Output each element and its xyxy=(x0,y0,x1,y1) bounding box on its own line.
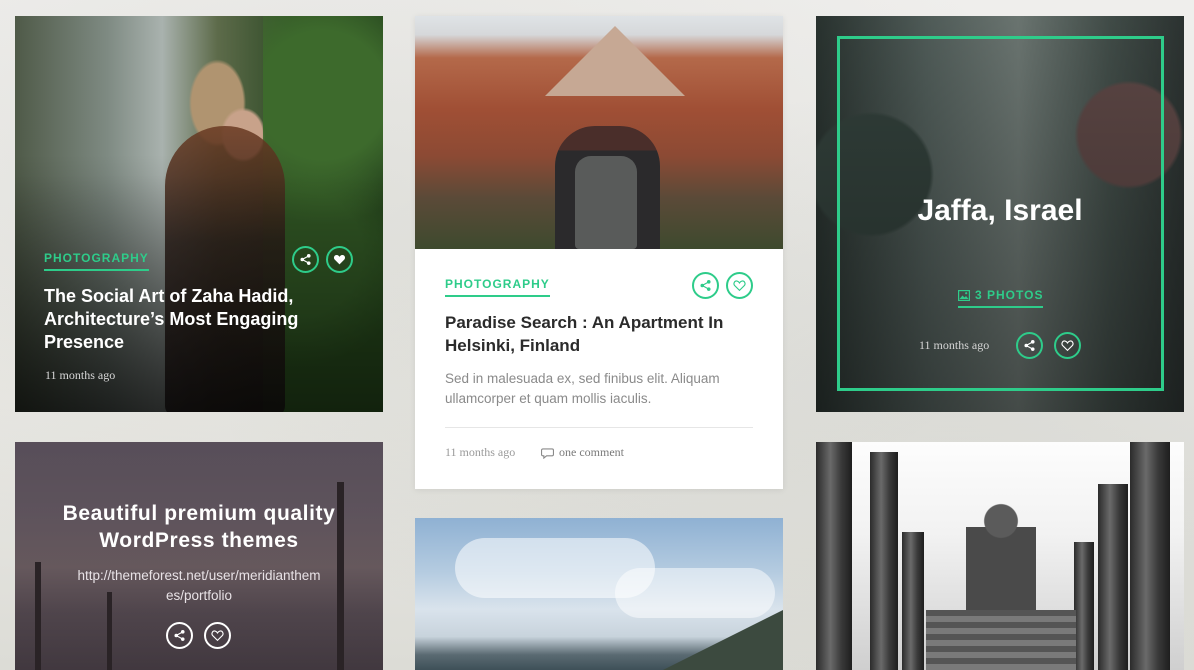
post-image-peak xyxy=(545,26,685,96)
share-icon xyxy=(174,630,185,641)
card-divider xyxy=(445,427,753,428)
buddha-statue xyxy=(966,497,1036,617)
post-excerpt: Sed in malesuada ex, sed finibus elit. A… xyxy=(445,371,720,406)
ruin-pillar xyxy=(902,532,924,670)
heart-icon xyxy=(333,254,346,265)
post-title[interactable]: Paradise Search : An Apartment In Helsin… xyxy=(445,311,755,357)
category-tag[interactable]: PHOTOGRAPHY xyxy=(445,277,550,297)
category-tag[interactable]: PHOTOGRAPHY xyxy=(44,251,149,271)
photos-count-label: 3 PHOTOS xyxy=(975,288,1044,302)
promo-image xyxy=(15,442,383,670)
post-card-buddha[interactable] xyxy=(816,442,1184,670)
like-button[interactable] xyxy=(326,246,353,273)
ruin-pillar xyxy=(1130,442,1170,670)
image-icon xyxy=(958,289,970,301)
ruin-pillar xyxy=(1098,484,1128,670)
post-title[interactable]: The Social Art of Zaha Hadid, Architectu… xyxy=(44,285,344,354)
heart-icon xyxy=(211,630,224,642)
ruin-pillar xyxy=(1074,542,1094,670)
post-card-zaha-hadid[interactable]: PHOTOGRAPHY The Social Art of Zaha Hadid… xyxy=(15,16,383,412)
ruin-pillar xyxy=(816,442,852,670)
comments-link[interactable]: one comment xyxy=(559,445,624,460)
promo-url[interactable]: http://themeforest.net/user/meridianthem… xyxy=(75,566,323,606)
heart-icon xyxy=(733,280,746,292)
ruin-pillar xyxy=(870,452,898,670)
share-button[interactable] xyxy=(166,622,193,649)
heart-icon xyxy=(1061,340,1074,352)
post-image-ridge xyxy=(663,610,783,670)
promo-title-line1: Beautiful premium quality xyxy=(62,502,336,525)
share-button[interactable] xyxy=(292,246,319,273)
share-button[interactable] xyxy=(1016,332,1043,359)
post-card-paradise-search[interactable]: PHOTOGRAPHY Paradise Search : An Apartme… xyxy=(415,16,783,489)
promo-title-line2: WordPress themes xyxy=(99,529,299,552)
post-date: 11 months ago xyxy=(445,445,516,459)
comment-icon xyxy=(541,448,554,459)
gallery-title[interactable]: Jaffa, Israel xyxy=(816,194,1184,228)
post-card-landscape[interactable] xyxy=(415,518,783,670)
share-icon xyxy=(1024,340,1035,351)
promo-card[interactable]: Beautiful premium quality WordPress them… xyxy=(15,442,383,670)
like-button[interactable] xyxy=(204,622,231,649)
like-button[interactable] xyxy=(1054,332,1081,359)
palm-trunk xyxy=(35,562,41,670)
statue-base xyxy=(926,610,1076,670)
photos-count-link[interactable]: 3 PHOTOS xyxy=(958,288,1044,308)
post-image-backpack xyxy=(575,156,637,249)
share-button[interactable] xyxy=(692,272,719,299)
gallery-card-jaffa[interactable]: Jaffa, Israel 3 PHOTOS 11 months ago xyxy=(816,16,1184,412)
share-icon xyxy=(700,280,711,291)
post-date: 11 months ago xyxy=(45,368,116,382)
promo-title: Beautiful premium quality WordPress them… xyxy=(15,500,383,554)
gallery-date: 11 months ago xyxy=(919,338,990,352)
share-icon xyxy=(300,254,311,265)
like-button[interactable] xyxy=(726,272,753,299)
